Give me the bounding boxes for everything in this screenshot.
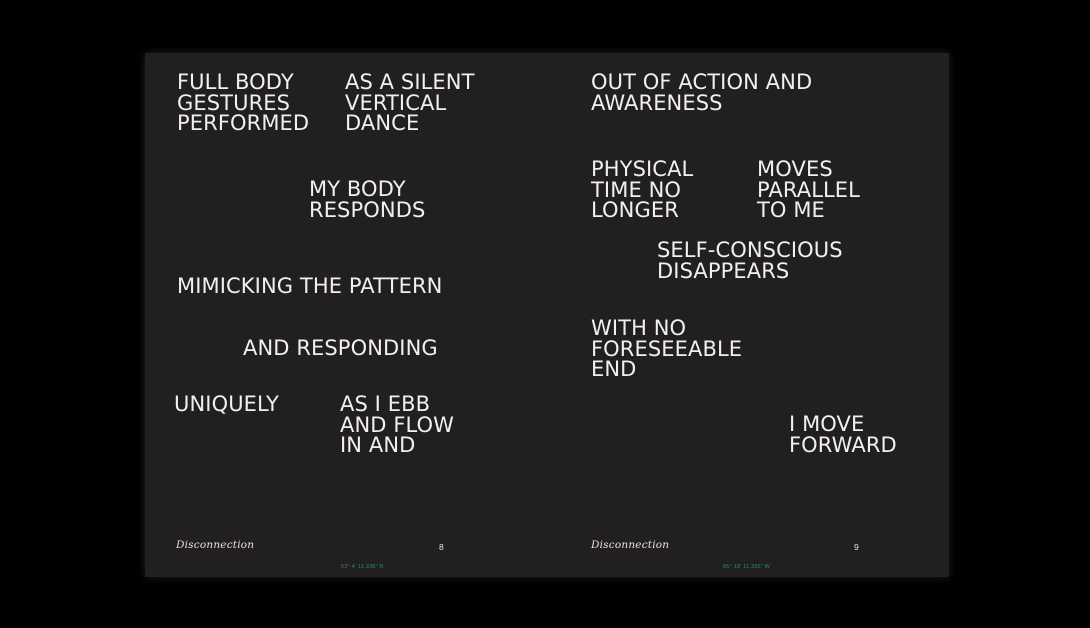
text-block-foreseeable-end: WITH NO FORESEEABLE END [591,316,743,381]
page-footer-title-right: Disconnection [591,539,670,551]
page-number-left: 8 [439,542,444,552]
text-block-my-body-responds: MY BODY RESPONDS [309,177,426,222]
text-block-physical-time: PHYSICAL TIME NO LONGER [591,157,694,222]
text-block-full-body: FULL BODY GESTURES PERFORMED [177,70,310,135]
text-block-moves-parallel: MOVES PARALLEL TO ME [757,157,860,222]
page-number-right: 9 [854,542,859,552]
text-block-self-conscious: SELF-CONSCIOUS DISAPPEARS [657,238,843,283]
text-block-ebb-and-flow: AS I EBB AND FLOW IN AND [340,392,455,457]
page-footer-title-left: Disconnection [176,539,255,551]
coordinate-right: 85° 18' 11.336" W [723,564,771,570]
coordinate-left: 53° 4' 11.336" N [341,564,384,570]
text-block-silent-vertical-dance: AS A SILENT VERTICAL DANCE [345,70,475,135]
text-block-and-responding: AND RESPONDING [243,336,438,360]
text-block-move-forward: I MOVE FORWARD [789,412,897,457]
text-block-mimicking: MIMICKING THE PATTERN [177,274,443,298]
book-spread: FULL BODY GESTURES PERFORMED AS A SILENT… [145,53,949,577]
text-block-uniquely: UNIQUELY [174,392,279,416]
text-block-out-of-action: OUT OF ACTION AND AWARENESS [591,70,813,115]
